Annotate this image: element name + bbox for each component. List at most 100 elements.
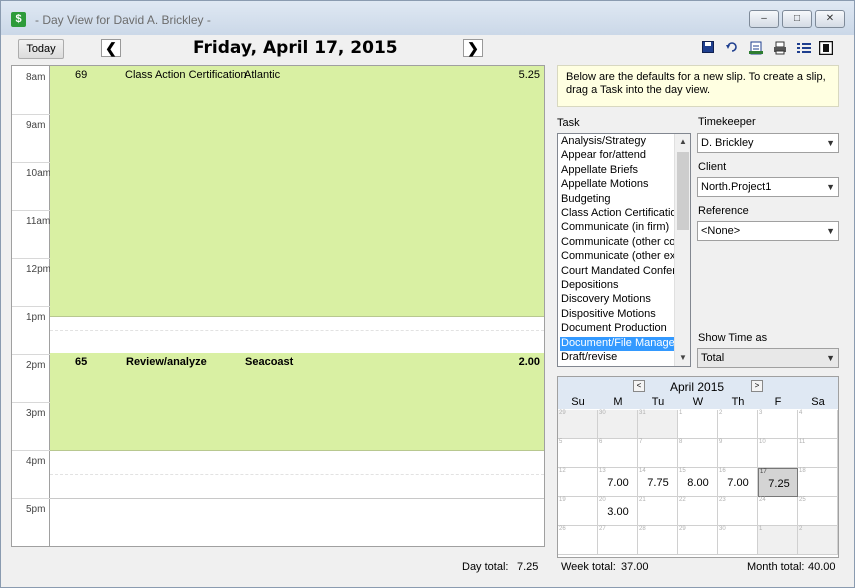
- scroll-down-icon[interactable]: ▼: [675, 350, 690, 366]
- day-hours: 7.25: [768, 478, 790, 490]
- day-number: 30: [599, 410, 606, 416]
- print-icon[interactable]: [773, 41, 787, 55]
- task-list[interactable]: Draft/revise Document/File Managem Documen…: [557, 133, 691, 367]
- calendar-day[interactable]: 17 7.25: [758, 468, 798, 497]
- list-icon[interactable]: [797, 41, 811, 55]
- task-item[interactable]: Court Mandated Confere: [560, 265, 676, 279]
- time-slip[interactable]: 65 Review/analyze Seacoast 2.00: [50, 353, 544, 451]
- calendar-day[interactable]: 18: [798, 468, 838, 497]
- task-item[interactable]: Appellate Briefs: [560, 164, 676, 178]
- client-select[interactable]: North.Project1 ▼: [697, 177, 839, 197]
- task-item[interactable]: Depositions: [560, 279, 676, 293]
- task-item[interactable]: Document Production: [560, 322, 676, 336]
- scroll-thumb[interactable]: [677, 152, 689, 230]
- task-item[interactable]: Communicate (other exte: [560, 250, 676, 264]
- task-item[interactable]: Analysis/Strategy: [560, 135, 676, 149]
- next-month-button[interactable]: >: [751, 380, 763, 392]
- calendar-day[interactable]: 11: [798, 439, 838, 468]
- calendar-day[interactable]: 7: [638, 439, 678, 468]
- calendar-day[interactable]: 1: [758, 526, 798, 555]
- film-icon[interactable]: [818, 40, 834, 56]
- timekeeper-value: D. Brickley: [701, 137, 754, 149]
- show-time-select[interactable]: Total ▼: [697, 348, 839, 368]
- calendar-day[interactable]: 10: [758, 439, 798, 468]
- prev-month-button[interactable]: <: [633, 380, 645, 392]
- day-view[interactable]: 8am 9am 10am 11am 12pm 1pm 2pm 3pm 4pm 5pm 69 Clas…: [11, 65, 545, 547]
- day-number: 25: [799, 497, 806, 503]
- calendar-day[interactable]: 3: [758, 410, 798, 439]
- maximize-button[interactable]: □: [782, 10, 812, 28]
- calendar-day[interactable]: 31: [638, 410, 678, 439]
- task-item[interactable]: Draft/revise: [560, 351, 676, 365]
- calendar-day[interactable]: 29: [678, 526, 718, 555]
- chevron-down-icon: ▼: [826, 138, 835, 148]
- task-item[interactable]: Appellate Motions: [560, 178, 676, 192]
- hour-label: 12pm: [26, 264, 52, 275]
- calendar-month: April 2015: [670, 380, 725, 394]
- calendar-day[interactable]: 24: [758, 497, 798, 526]
- calendar-day[interactable]: 23: [718, 497, 758, 526]
- day-number: 22: [679, 497, 686, 503]
- time-slip[interactable]: 69 Class Action Certification Atlantic 5.25: [50, 66, 544, 317]
- calendar-day[interactable]: 16 7.00: [718, 468, 758, 497]
- calendar-day[interactable]: 5: [558, 439, 598, 468]
- calendar-day[interactable]: 27: [598, 526, 638, 555]
- prev-day-button[interactable]: ❮: [101, 39, 121, 57]
- client-label: Client: [698, 161, 727, 173]
- calendar-day[interactable]: 19: [558, 497, 598, 526]
- today-button[interactable]: Today: [18, 39, 64, 59]
- calendar-day[interactable]: 28: [638, 526, 678, 555]
- calendar-day[interactable]: 22: [678, 497, 718, 526]
- calendar-day[interactable]: 26: [558, 526, 598, 555]
- hour-divider: [12, 114, 50, 115]
- weekday-label: Th: [731, 396, 745, 408]
- window-title: - Day View for David A. Brickley -: [35, 13, 211, 27]
- task-item[interactable]: Document/File Managem: [560, 336, 676, 351]
- hour-divider: [12, 258, 50, 259]
- task-scrollbar[interactable]: ▲ ▼: [674, 134, 690, 366]
- day-number: 29: [559, 410, 566, 416]
- task-item[interactable]: Appear for/attend: [560, 149, 676, 163]
- reference-select[interactable]: <None> ▼: [697, 221, 839, 241]
- weekday-label: M: [613, 396, 623, 408]
- task-item[interactable]: Class Action Certification: [560, 207, 676, 221]
- task-item[interactable]: Communicate (in firm): [560, 221, 676, 235]
- report-icon[interactable]: [749, 41, 763, 55]
- day-number: 17: [760, 469, 767, 475]
- minimize-button[interactable]: –: [749, 10, 779, 28]
- day-number: 30: [719, 526, 726, 532]
- calendar-day[interactable]: 30: [718, 526, 758, 555]
- calendar-day[interactable]: 4: [798, 410, 838, 439]
- task-label: Task: [557, 117, 580, 129]
- hour-gridline: [50, 498, 544, 499]
- calendar-day[interactable]: 2: [798, 526, 838, 555]
- save-icon[interactable]: [701, 41, 715, 55]
- task-item[interactable]: Discovery Motions: [560, 293, 676, 307]
- calendar-day[interactable]: 2: [718, 410, 758, 439]
- task-item[interactable]: Communicate (other cou: [560, 236, 676, 250]
- calendar-day[interactable]: 8: [678, 439, 718, 468]
- calendar-day[interactable]: 20 3.00: [598, 497, 638, 526]
- calendar-day[interactable]: 21: [638, 497, 678, 526]
- task-item[interactable]: Budgeting: [560, 193, 676, 207]
- day-grid[interactable]: 69 Class Action Certification Atlantic 5.25…: [50, 66, 544, 546]
- calendar-day[interactable]: 6: [598, 439, 638, 468]
- calendar-day[interactable]: 12: [558, 468, 598, 497]
- timekeeper-select[interactable]: D. Brickley ▼: [697, 133, 839, 153]
- close-button[interactable]: ✕: [815, 10, 845, 28]
- calendar-day[interactable]: 30: [598, 410, 638, 439]
- calendar-day[interactable]: 9: [718, 439, 758, 468]
- info-box: Below are the defaults for a new slip. T…: [557, 65, 839, 107]
- calendar-day[interactable]: 25: [798, 497, 838, 526]
- slip-task: Class Action Certification: [125, 69, 247, 81]
- undo-icon[interactable]: [725, 41, 739, 55]
- scroll-up-icon[interactable]: ▲: [675, 134, 690, 150]
- calendar-day[interactable]: 15 8.00: [678, 468, 718, 497]
- slip-hours: 2.00: [518, 356, 540, 368]
- calendar-day[interactable]: 1: [678, 410, 718, 439]
- calendar-day[interactable]: 29: [558, 410, 598, 439]
- task-item[interactable]: Dispositive Motions: [560, 308, 676, 322]
- calendar-day[interactable]: 13 7.00: [598, 468, 638, 497]
- next-day-button[interactable]: ❯: [463, 39, 483, 57]
- calendar-day[interactable]: 14 7.75: [638, 468, 678, 497]
